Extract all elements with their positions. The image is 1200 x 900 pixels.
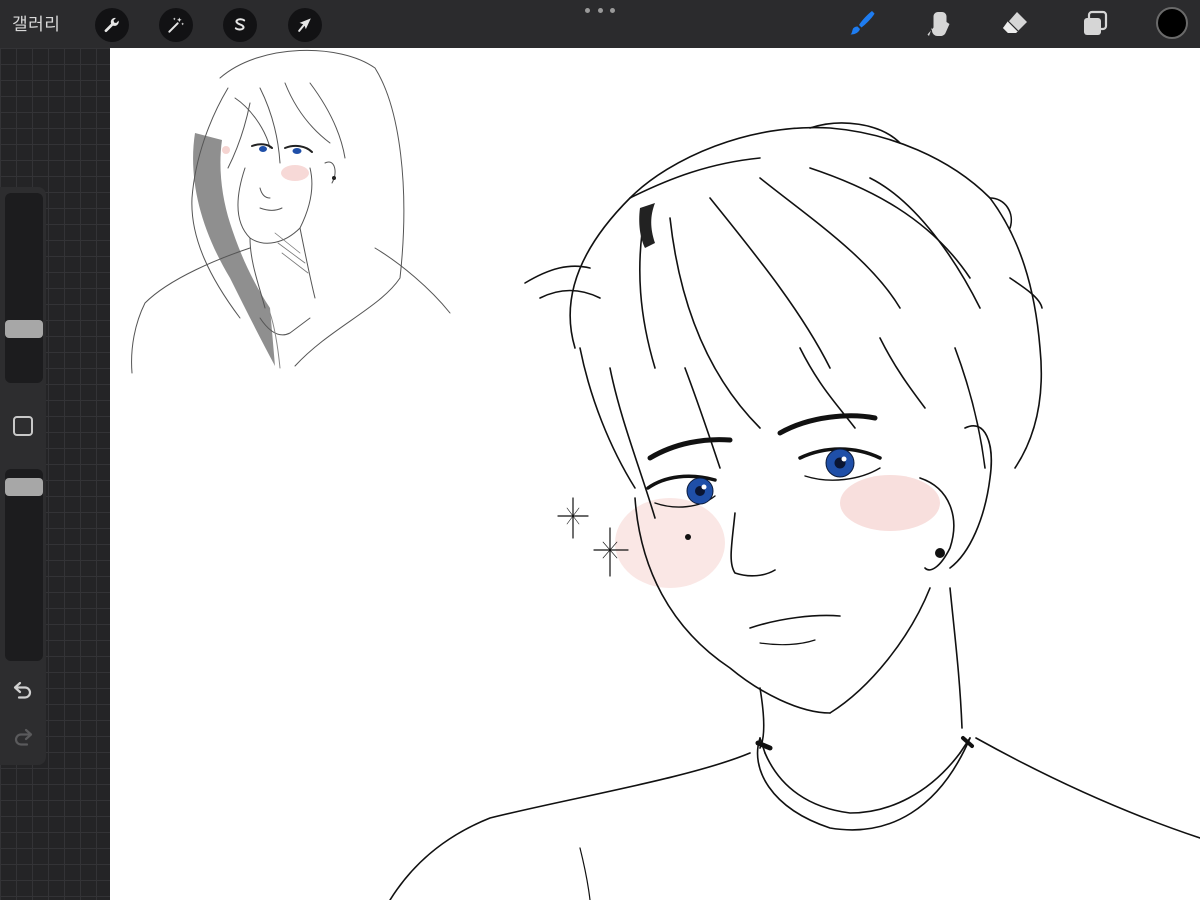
brush-icon — [850, 11, 875, 35]
drawing-canvas[interactable] — [110, 48, 1200, 900]
adjustments-button[interactable] — [159, 8, 193, 42]
actions-button[interactable] — [95, 8, 129, 42]
more-dots-icon[interactable] — [585, 4, 615, 16]
selection-s-icon — [234, 18, 246, 31]
selection-button[interactable] — [223, 8, 257, 42]
redo-button[interactable] — [11, 724, 35, 748]
main-portrait — [389, 122, 1200, 900]
procreate-app: 갤러리 — [0, 0, 1200, 900]
top-toolbar: 갤러리 — [0, 0, 1200, 48]
eraser-icon — [1003, 12, 1027, 33]
square-modify-icon[interactable] — [13, 416, 33, 436]
artwork — [131, 49, 1200, 900]
layers-tool-button[interactable] — [1076, 6, 1114, 42]
brush-size-slider[interactable] — [5, 193, 43, 383]
undo-button[interactable] — [11, 677, 35, 701]
brush-size-thumb[interactable] — [5, 320, 43, 338]
wrench-icon — [104, 17, 119, 33]
transform-button[interactable] — [288, 8, 322, 42]
magic-wand-icon — [168, 17, 185, 33]
left-sidebar — [0, 187, 46, 765]
smudge-tool-button[interactable] — [920, 6, 958, 42]
layers-icon — [1084, 10, 1108, 35]
brush-tool-button[interactable] — [842, 6, 880, 42]
redo-icon — [14, 728, 33, 746]
color-picker-swatch[interactable] — [1156, 7, 1188, 39]
hooded-figure-sketch — [131, 49, 451, 374]
opacity-slider[interactable] — [5, 469, 43, 661]
undo-icon — [13, 681, 32, 699]
smudge-finger-icon — [927, 12, 950, 36]
arrow-cursor-icon — [298, 18, 311, 32]
eraser-tool-button[interactable] — [996, 6, 1034, 42]
opacity-thumb[interactable] — [5, 478, 43, 496]
gallery-button[interactable]: 갤러리 — [12, 10, 60, 35]
sparkle-1 — [557, 497, 589, 539]
